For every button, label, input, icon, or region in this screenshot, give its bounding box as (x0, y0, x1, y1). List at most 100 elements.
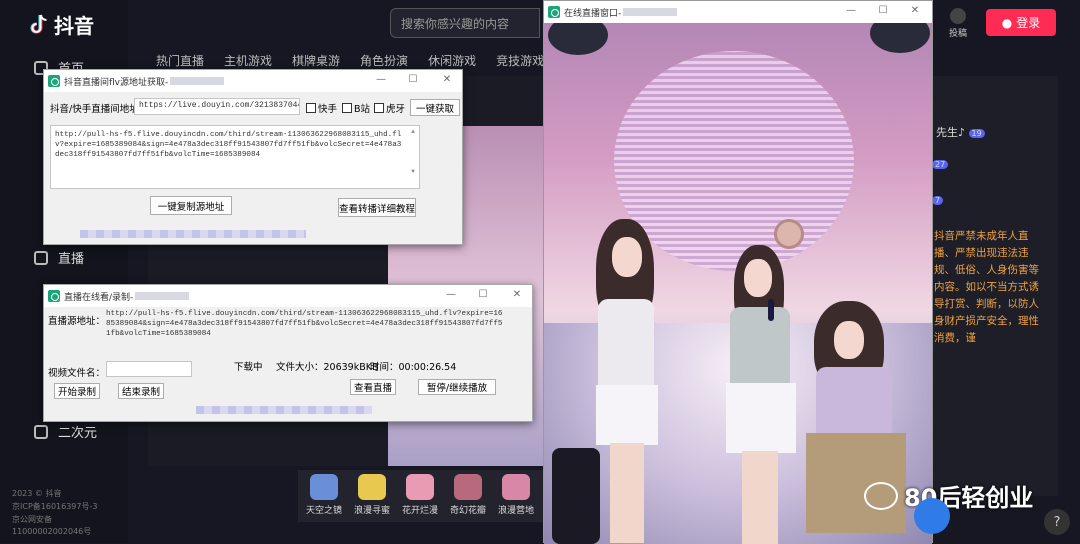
live-titlebar[interactable]: 在线直播窗口- — ☐ ✕ (544, 1, 932, 23)
tougao-button[interactable]: 投稿 (946, 8, 970, 39)
gift-icon (454, 474, 482, 500)
fetch-button[interactable]: 一键获取 (410, 99, 460, 116)
footer-copyright: 2023 © 抖音 (12, 489, 62, 498)
fish-backdrop (614, 51, 854, 271)
tab-competitive-games[interactable]: 竞技游戏 (496, 52, 544, 69)
blurred-title (623, 8, 678, 16)
tutorial-button[interactable]: 查看转播详细教程 (338, 198, 416, 217)
gift-item[interactable]: 天空之镜 (302, 474, 346, 518)
flv-titlebar[interactable]: 抖音直播间flv源地址获取- — ☐ ✕ (44, 70, 462, 92)
category-tabs: 热门直播 主机游戏 棋牌桌游 角色扮演 休闲游戏 竞技游戏 (156, 52, 544, 69)
view-live-button[interactable]: 查看直播 (350, 379, 396, 395)
stage-speaker (552, 448, 600, 544)
chat-line: 27 (932, 157, 949, 170)
anime-icon (34, 424, 48, 439)
source-text: http://pull-hs-f5.flive.douyincdn.com/th… (106, 310, 503, 338)
url-input[interactable]: https://live.douyin.com/32138370442 (134, 98, 300, 115)
filename-input[interactable] (106, 361, 192, 377)
minimize-icon[interactable]: — (374, 74, 388, 85)
minimize-icon[interactable]: — (844, 5, 858, 16)
file-size: 文件大小：20639kBKB (276, 362, 379, 373)
close-icon[interactable]: ✕ (440, 74, 454, 85)
footer-police: 京公网安备 (12, 515, 52, 524)
wechat-watermark: 80后轻创业 (864, 478, 1033, 513)
record-titlebar[interactable]: 直播在线看/录制- — ☐ ✕ (44, 285, 532, 307)
flv-fetch-window: 抖音直播间flv源地址获取- — ☐ ✕ 抖音/快手直播间地址： https:/… (43, 69, 463, 245)
gift-icon (310, 474, 338, 500)
close-icon[interactable]: ✕ (908, 5, 922, 16)
douyin-note-icon (28, 13, 50, 37)
search-input[interactable]: 搜索你感兴趣的内容 (390, 8, 540, 38)
login-label: 登录 (1016, 16, 1041, 30)
pause-resume-button[interactable]: 暂停/继续播放 (418, 379, 496, 395)
blurred-title (170, 77, 225, 85)
copy-source-button[interactable]: 一键复制源地址 (150, 196, 232, 215)
flv-output-text: http://pull-hs-f5.flive.douyincdn.com/th… (55, 131, 402, 159)
live-window: 在线直播窗口- — ☐ ✕ (543, 0, 933, 544)
minor-warning-text: 抖音严禁未成年人直播、严禁出现违法违规、低俗、人身伤害等内容。如以不当方式诱导打… (934, 230, 1039, 344)
tab-roleplay[interactable]: 角色扮演 (360, 52, 408, 69)
nav-anime-label: 二次元 (58, 426, 98, 441)
gift-item[interactable]: 奇幻花瓣 (446, 474, 490, 518)
login-button[interactable]: ● 登录 (986, 9, 1056, 36)
maximize-icon[interactable]: ☐ (476, 289, 490, 300)
tab-board-games[interactable]: 棋牌桌游 (292, 52, 340, 69)
huya-checkbox[interactable]: 虎牙 (374, 101, 405, 115)
stage-light (548, 23, 608, 55)
chat-line: 先生♪ 19 (936, 124, 985, 140)
kuaishou-checkbox[interactable]: 快手 (306, 101, 337, 115)
start-record-button[interactable]: 开始录制 (54, 383, 100, 399)
live-video[interactable] (544, 23, 932, 544)
gift-item[interactable]: 浪漫寻蜜 (350, 474, 394, 518)
tougao-label: 投稿 (948, 29, 967, 39)
close-icon[interactable]: ✕ (510, 289, 524, 300)
douyin-logo[interactable]: 抖音 (28, 10, 94, 39)
gift-icon (502, 474, 530, 500)
chat-line: 7 (932, 193, 944, 206)
maximize-icon[interactable]: ☐ (406, 74, 420, 85)
tab-casual-games[interactable]: 休闲游戏 (428, 52, 476, 69)
textarea-scrollbar[interactable]: ▲ ▼ (408, 127, 418, 187)
floating-action-icon[interactable] (914, 498, 950, 534)
nav-anime[interactable]: 二次元 (34, 422, 97, 441)
source-label: 直播源地址： (48, 316, 106, 327)
footer-police-no: 11000002002046号 (12, 527, 92, 536)
gift-icon (406, 474, 434, 500)
level-badge: 7 (932, 196, 944, 205)
gift-item[interactable]: 花开烂漫 (398, 474, 442, 518)
record-window-title: 直播在线看/录制- (64, 292, 134, 303)
flv-output-textarea[interactable]: http://pull-hs-f5.flive.douyincdn.com/th… (50, 125, 420, 189)
live-title: 在线直播窗口- (564, 8, 622, 19)
wechat-icon (864, 481, 898, 510)
user-icon: ● (1001, 15, 1013, 30)
footer-icp: 京ICP备16016397号-3 (12, 502, 98, 511)
gift-icon (358, 474, 386, 500)
download-status: 下载中 (234, 362, 263, 373)
douyin-logo-text: 抖音 (54, 14, 94, 38)
microphone (768, 299, 774, 321)
app-icon (48, 75, 60, 87)
gift-bar: 天空之镜 浪漫寻蜜 花开烂漫 奇幻花瓣 浪漫营地 (298, 470, 546, 522)
help-icon[interactable]: ? (1044, 509, 1070, 535)
blurred-footer (196, 406, 372, 414)
fish-eye (774, 219, 804, 249)
gift-item[interactable]: 浪漫营地 (494, 474, 538, 518)
maximize-icon[interactable]: ☐ (876, 5, 890, 16)
live-icon (34, 250, 48, 265)
stop-record-button[interactable]: 结束录制 (118, 383, 164, 399)
flv-window-title: 抖音直播间flv源地址获取- (64, 77, 169, 88)
filename-label: 视频文件名： (48, 368, 106, 379)
nav-live[interactable]: 直播 (34, 248, 84, 267)
level-badge: 27 (932, 160, 949, 169)
bilibili-checkbox[interactable]: B站 (342, 101, 370, 115)
minimize-icon[interactable]: — (444, 289, 458, 300)
upload-icon (950, 8, 966, 24)
record-time: 时间：00:00:26.54 (370, 362, 457, 373)
app-icon (48, 290, 60, 302)
tab-hot-live[interactable]: 热门直播 (156, 52, 204, 69)
tab-console-games[interactable]: 主机游戏 (224, 52, 272, 69)
app-icon (548, 6, 560, 18)
blurred-title (135, 292, 190, 300)
source-textarea[interactable]: http://pull-hs-f5.flive.douyincdn.com/th… (102, 309, 510, 347)
blurred-footer (80, 230, 306, 238)
